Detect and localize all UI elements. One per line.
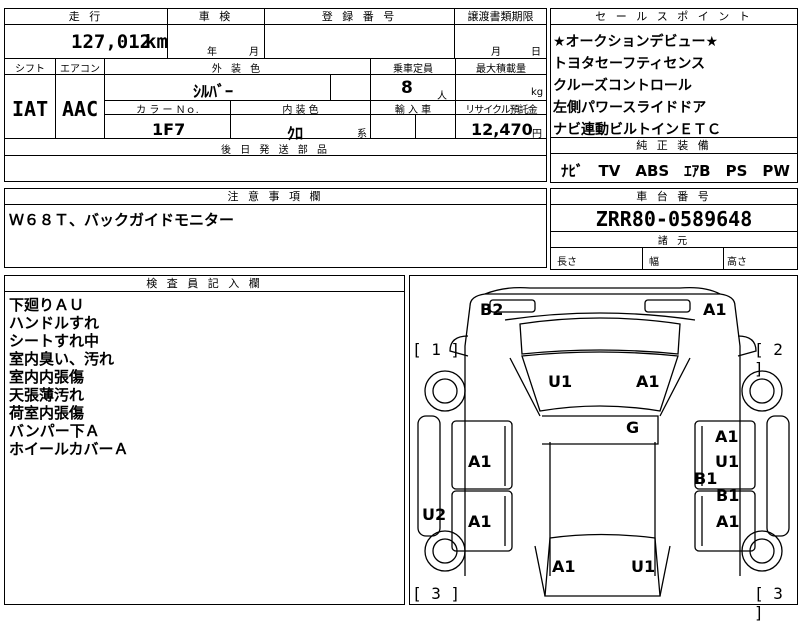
damage-mark: U1 [715, 452, 740, 471]
registration-header: 登 録 番 号 [265, 9, 454, 25]
shift-value: IAT [12, 97, 49, 121]
interior-color-header: 内 装 色 [282, 105, 319, 116]
specs-header: 諸 元 [657, 236, 691, 247]
exterior-color-value: ｼﾙﾊﾞｰ [193, 82, 234, 101]
damage-mark: U2 [422, 505, 447, 524]
aircon-header: エアコン [60, 64, 100, 75]
inspection-month-unit: 月 [249, 47, 259, 58]
recycle-value: 12,470 [471, 120, 533, 139]
recycle-header: リサイクル預託金 [465, 105, 538, 116]
sales-point-item: 左側パワースライドドア [553, 100, 707, 116]
diagram-bracket-3-right: [ 3 ] [754, 584, 783, 622]
diagram-bracket-3-left: [ 3 ] [412, 584, 461, 603]
color-no-value: 1F7 [152, 120, 186, 139]
vehicle-info-panel: シフト エアコン 外 装 色 乗車定員 最大積載量 ｼﾙﾊﾞｰ 8 人 kg カ… [4, 58, 547, 182]
inspector-header: 検 査 員 記 入 欄 [5, 276, 404, 292]
damage-mark: A1 [703, 300, 727, 319]
length-label: 長さ [557, 257, 577, 268]
max-load-header: 最大積載量 [476, 64, 526, 75]
notes-header: 注 意 事 項 欄 [5, 189, 546, 205]
sales-point-item: ナビ連動ビルトインＥＴＣ [553, 122, 721, 138]
notes-panel: 注 意 事 項 欄 Ｗ６８Ｔ、バックガイドモニター [4, 188, 547, 268]
color-no-header: カ ラ ー Ｎｏ. [136, 105, 199, 116]
damage-mark: U1 [631, 557, 656, 576]
damage-mark: A1 [716, 512, 740, 531]
aftermarket-header: 後 日 発 送 部 品 [221, 145, 330, 156]
shift-header: シフト [15, 64, 45, 75]
mileage-header: 走 行 [5, 9, 167, 25]
damage-mark: G [626, 418, 640, 437]
inspector-panel: 検 査 員 記 入 欄 下廻りＡＵ ハンドルすれ シートすれ中 室内臭い、汚れ … [4, 275, 405, 605]
damage-mark: A1 [468, 512, 492, 531]
chassis-panel: 車 台 番 号 ZRR80-0589648 諸 元 長さ 幅 高さ [550, 188, 798, 270]
transfer-deadline-header: 譲渡書類期限 [455, 9, 546, 25]
sales-point-item: ★オークションデビュー★ [553, 34, 719, 50]
sales-point-item: トヨタセーフティセンス [553, 56, 706, 72]
damage-mark: B1 [694, 469, 718, 488]
mileage-value: 127,012 [71, 31, 152, 53]
transfer-day-unit: 日 [531, 47, 541, 58]
capacity-value: 8 [401, 78, 413, 98]
genuine-equipment-value: ﾅﾋﾞ TV ABS ｴｱB PS PW [561, 162, 790, 180]
sales-point-item: クルーズコントロール [553, 78, 692, 94]
inspection-header: 車 検 [168, 9, 264, 25]
exterior-color-header: 外 装 色 [211, 64, 264, 75]
mileage-unit: km [145, 31, 168, 53]
damage-mark: A1 [468, 452, 492, 471]
width-label: 幅 [649, 257, 659, 268]
notes-value: Ｗ６８Ｔ、バックガイドモニター [9, 211, 235, 229]
inspection-year-unit: 年 [207, 47, 217, 58]
damage-mark: A1 [715, 427, 739, 446]
capacity-header: 乗車定員 [393, 64, 433, 75]
height-label: 高さ [727, 257, 747, 268]
damage-diagram-panel: [ 1 ] [ 2 ] [ 3 ] [ 3 ] B2 A1 U1 A1 G A1… [409, 275, 798, 622]
damage-mark: B1 [716, 486, 740, 505]
max-load-unit: kg [531, 87, 544, 98]
aircon-value: AAC [62, 97, 99, 121]
damage-mark: A1 [552, 557, 576, 576]
diagram-bracket-2: [ 2 ] [754, 340, 783, 378]
inspector-line: ホイールカバーＡ [9, 440, 129, 458]
sales-points-panel: セ ー ル ス ポ イ ン ト ★オークションデビュー★ トヨタセーフティセンス… [550, 8, 798, 138]
damage-mark: A1 [636, 372, 660, 391]
sales-points-header: セ ー ル ス ポ イ ン ト [551, 9, 797, 25]
car-outline-diagram [417, 286, 790, 597]
genuine-equipment-header: 純 正 装 備 [551, 138, 797, 154]
chassis-header: 車 台 番 号 [551, 189, 797, 205]
diagram-bracket-1: [ 1 ] [412, 340, 461, 359]
transfer-month-unit: 月 [491, 47, 501, 58]
top-row-panel: 走 行 車 検 登 録 番 号 譲渡書類期限 127,012 km 年 月 月 … [4, 8, 547, 59]
damage-mark: B2 [480, 300, 504, 319]
import-header: 輸 入 車 [394, 105, 432, 116]
damage-mark: U1 [548, 372, 573, 391]
genuine-equipment-panel: 純 正 装 備 ﾅﾋﾞ TV ABS ｴｱB PS PW [550, 137, 798, 183]
chassis-number: ZRR80-0589648 [595, 207, 753, 231]
